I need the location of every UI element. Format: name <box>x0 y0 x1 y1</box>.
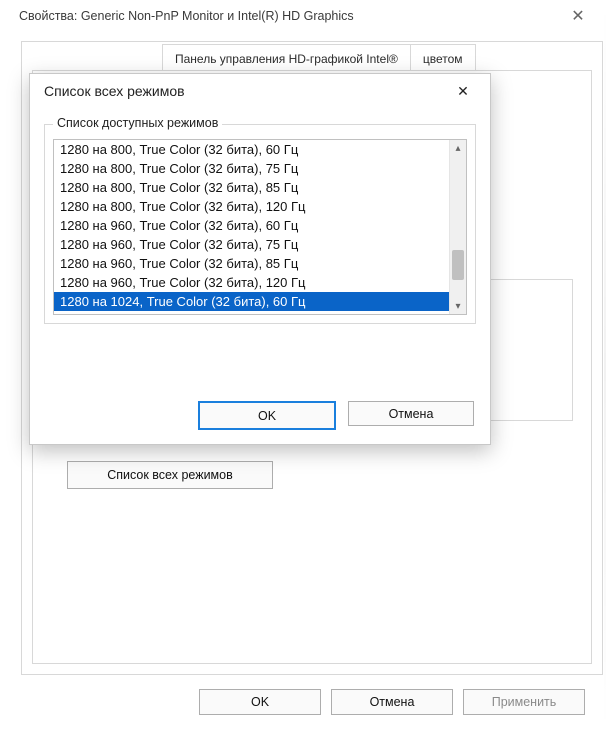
modal-ok-button[interactable]: OK <box>198 401 336 430</box>
parent-ok-button[interactable]: OK <box>199 689 321 715</box>
modal-body: Список доступных режимов 1280 на 800, Tr… <box>44 124 476 390</box>
modal-actions: OK Отмена <box>198 401 474 430</box>
close-icon: ✕ <box>457 83 469 100</box>
available-modes-group: Список доступных режимов 1280 на 800, Tr… <box>44 124 476 324</box>
parent-cancel-button[interactable]: Отмена <box>331 689 453 715</box>
mode-option[interactable]: 1280 на 960, True Color (32 бита), 60 Гц <box>54 216 450 235</box>
mode-option[interactable]: 1280 на 1024, True Color (32 бита), 60 Г… <box>54 292 450 311</box>
modes-listbox[interactable]: 1280 на 800, True Color (32 бита), 60 Гц… <box>53 139 467 315</box>
listbox-scrollbar[interactable]: ▴ ▾ <box>449 140 466 314</box>
scrollbar-thumb[interactable] <box>452 250 464 280</box>
close-icon[interactable]: ✕ <box>563 1 593 31</box>
mode-option[interactable]: 1280 на 960, True Color (32 бита), 75 Гц <box>54 235 450 254</box>
mode-option[interactable]: 1280 на 800, True Color (32 бита), 120 Г… <box>54 197 450 216</box>
modal-close-button[interactable]: ✕ <box>446 78 480 104</box>
scroll-up-icon[interactable]: ▴ <box>450 140 466 156</box>
scroll-down-icon[interactable]: ▾ <box>450 298 466 314</box>
modal-title: Список всех режимов <box>44 83 185 99</box>
mode-option[interactable]: 1280 на 800, True Color (32 бита), 75 Гц <box>54 159 450 178</box>
mode-option[interactable]: 1280 на 960, True Color (32 бита), 85 Гц <box>54 254 450 273</box>
tab-partial[interactable]: цветом <box>411 44 476 71</box>
mode-option[interactable]: 1280 на 960, True Color (32 бита), 120 Г… <box>54 273 450 292</box>
all-modes-dialog: Список всех режимов ✕ Список доступных р… <box>29 73 491 445</box>
parent-title: Свойства: Generic Non-PnP Monitor и Inte… <box>19 9 354 23</box>
modes-list-items: 1280 на 800, True Color (32 бита), 60 Гц… <box>54 140 450 314</box>
tabs: Панель управления HD-графикой Intel® цве… <box>22 42 602 70</box>
parent-titlebar: Свойства: Generic Non-PnP Monitor и Inte… <box>9 1 603 31</box>
modal-cancel-button[interactable]: Отмена <box>348 401 474 426</box>
modal-titlebar: Список всех режимов ✕ <box>30 74 490 108</box>
list-all-modes-button[interactable]: Список всех режимов <box>67 461 273 489</box>
tab-intel-graphics[interactable]: Панель управления HD-графикой Intel® <box>162 44 411 71</box>
parent-apply-button[interactable]: Применить <box>463 689 585 715</box>
available-modes-legend: Список доступных режимов <box>53 116 222 130</box>
mode-option[interactable]: 1280 на 800, True Color (32 бита), 60 Гц <box>54 140 450 159</box>
mode-option[interactable]: 1280 на 800, True Color (32 бита), 85 Гц <box>54 178 450 197</box>
parent-actions: OK Отмена Применить <box>199 689 585 715</box>
